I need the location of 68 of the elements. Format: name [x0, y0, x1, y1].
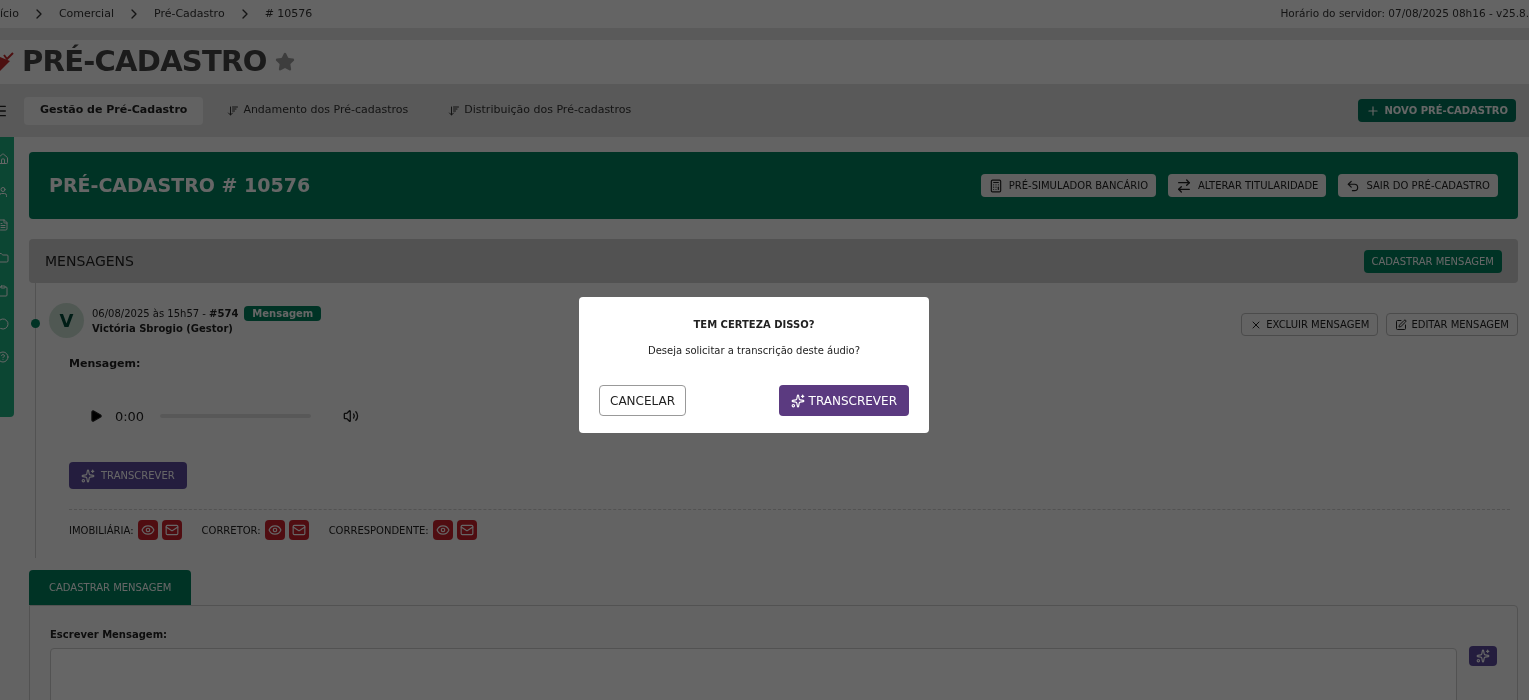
edit-icon — [1395, 318, 1408, 331]
message-tag: Mensagem — [244, 305, 322, 321]
nav-icon[interactable] — [0, 219, 9, 231]
email-button[interactable] — [161, 520, 182, 540]
nav-icon[interactable] — [0, 153, 9, 165]
recipient-label: IMOBILIÁRIA: — [69, 523, 134, 538]
mail-icon — [291, 523, 306, 537]
new-record-button[interactable]: NOVO PRÉ-CADASTRO — [1358, 99, 1516, 122]
breadcrumb-link[interactable]: # 10576 — [264, 5, 313, 23]
ai-button[interactable] — [1469, 646, 1497, 666]
message-action-button[interactable]: EXCLUIR MENSAGEM — [1241, 313, 1379, 336]
message-label: Mensagem: — [69, 356, 142, 372]
recipient-label: CORRETOR: — [201, 523, 261, 538]
server-time: Horário do servidor: 07/08/2025 08h16 - v25.8. — [1280, 6, 1529, 22]
nav-icon[interactable] — [0, 252, 9, 264]
volume-icon[interactable] — [343, 408, 359, 425]
swap-arrows-icon — [1176, 177, 1193, 194]
eye-icon — [140, 523, 155, 537]
calculator-icon — [988, 178, 1003, 193]
view-button[interactable] — [432, 520, 453, 540]
author-name: Victória Sbrogio (Gestor) — [92, 321, 234, 336]
transcribe-button[interactable]: TRANSCREVER — [69, 462, 187, 489]
compose-tab[interactable]: CADASTRAR MENSAGEM — [29, 570, 192, 605]
header-button[interactable]: PRÉ-SIMULADOR BANCÁRIO — [980, 174, 1157, 197]
mail-icon — [459, 523, 474, 537]
dialog-title: TEM CERTEZA DISSO? — [693, 318, 815, 332]
play-icon[interactable] — [89, 409, 103, 424]
sort-icon — [448, 104, 461, 117]
header-button[interactable]: SAIR DO PRÉ-CADASTRO — [1338, 174, 1498, 197]
recipient-label: CORRESPONDENTE: — [328, 523, 429, 538]
tab[interactable]: Gestão de Pré-Cadastro — [24, 96, 204, 125]
cancel-button[interactable]: CANCELAR — [599, 385, 687, 416]
plus-icon — [1366, 103, 1381, 118]
audio-time: 0:00 — [114, 407, 145, 426]
email-button[interactable] — [456, 520, 477, 540]
email-button[interactable] — [288, 520, 309, 540]
avatar: V — [49, 303, 84, 338]
record-title: PRÉ-CADASTRO # 10576 — [49, 173, 311, 199]
page-title: PRÉ-CADASTRO — [22, 43, 267, 81]
tab[interactable]: Distribuição dos Pré-cadastros — [432, 96, 648, 125]
breadcrumb-link[interactable]: Comercial — [58, 5, 114, 23]
breadcrumb-link[interactable]: Pré-Cadastro — [153, 5, 225, 23]
header-button[interactable]: ALTERAR TITULARIDADE — [1168, 174, 1327, 197]
section-title: MENSAGENS — [45, 251, 134, 271]
eye-icon — [267, 523, 282, 537]
message-action-button[interactable]: EDITAR MENSAGEM — [1386, 313, 1518, 336]
view-button[interactable] — [264, 520, 285, 540]
nav-icon[interactable] — [0, 318, 9, 330]
logo-icon — [0, 51, 14, 73]
add-message-button[interactable]: CADASTRAR MENSAGEM — [1363, 249, 1502, 273]
view-button[interactable] — [137, 520, 158, 540]
confirm-button[interactable]: TRANSCREVER — [778, 385, 909, 416]
message-meta: 06/08/2025 às 15h57 - #574 — [92, 306, 239, 321]
nav-icon[interactable] — [0, 285, 9, 297]
compose-label: Escrever Mensagem: — [50, 628, 169, 642]
eye-icon — [435, 523, 450, 537]
mail-icon — [164, 523, 179, 537]
star-icon[interactable] — [274, 52, 295, 72]
reply-arrow-icon — [1346, 178, 1361, 193]
sparkles-icon — [1476, 649, 1490, 663]
dialog-text: Deseja solicitar a transcrição deste áudio? — [647, 344, 861, 358]
nav-icon[interactable] — [0, 186, 9, 198]
breadcrumb-link[interactable]: ício — [0, 5, 19, 23]
sparkles-icon — [81, 468, 95, 483]
sort-icon — [227, 104, 240, 117]
tab[interactable]: Andamento dos Pré-cadastros — [211, 96, 425, 125]
sparkles-icon — [790, 393, 805, 408]
nav-icon[interactable] — [0, 351, 9, 363]
